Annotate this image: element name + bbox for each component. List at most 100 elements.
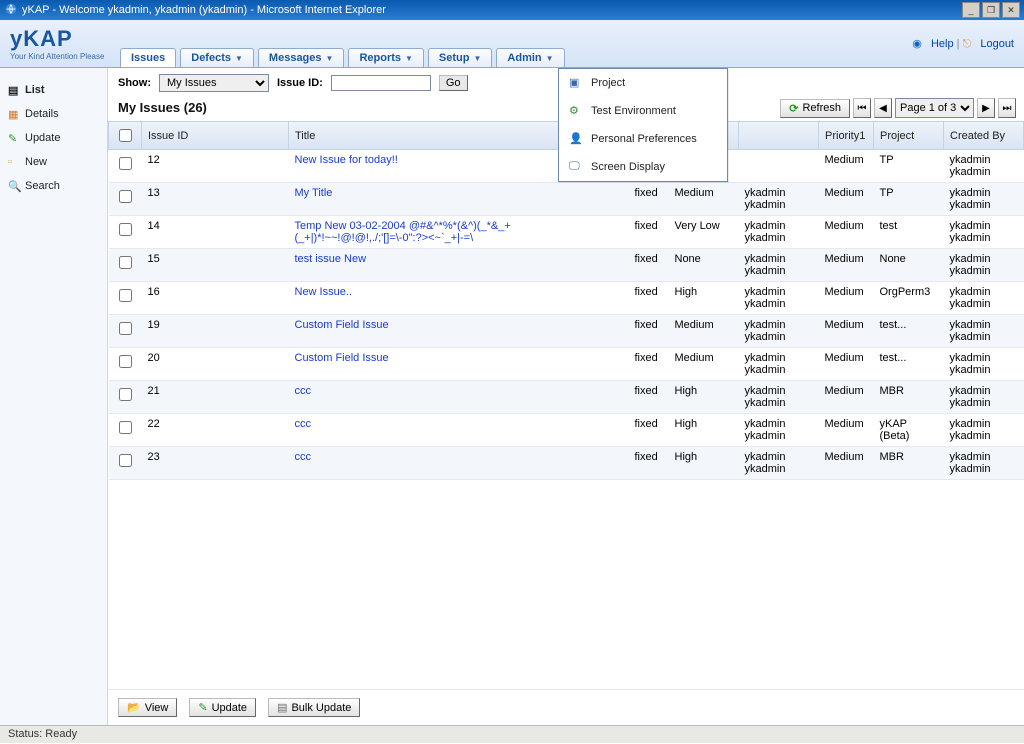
cell-issue-id: 20 [142, 348, 289, 381]
tab-reports[interactable]: Reports▼ [348, 48, 423, 67]
row-checkbox[interactable] [119, 388, 132, 401]
setup-dropdown-menu: ▣ Project ⚙ Test Environment 👤 Personal … [558, 68, 728, 182]
window-title: yKAP - Welcome ykadmin, ykadmin (ykadmin… [22, 4, 386, 16]
cell-project: yKAP (Beta) [874, 414, 944, 447]
tab-bar: Issues Defects▼ Messages▼ Reports▼ Setup… [0, 48, 1024, 67]
issue-title-link[interactable]: test issue New [295, 253, 367, 265]
cell-owner: ykadmin ykadmin [739, 381, 819, 414]
last-page-button[interactable]: ⏭ [998, 98, 1016, 118]
bulk-update-button[interactable]: ▤ Bulk Update [268, 698, 360, 717]
cell-severity: Medium [669, 183, 739, 216]
menu-item-personal-preferences[interactable]: 👤 Personal Preferences [559, 125, 727, 153]
chevron-down-icon: ▼ [326, 54, 334, 63]
menu-item-test-environment[interactable]: ⚙ Test Environment [559, 97, 727, 125]
cell-issue-id: 13 [142, 183, 289, 216]
status-bar: Status: Ready [0, 725, 1024, 743]
update-button[interactable]: ✎ Update [189, 698, 256, 717]
issue-title-link[interactable]: ccc [295, 385, 312, 397]
cell-created: ykadmin ykadmin [944, 414, 1024, 447]
chevron-down-icon: ▼ [473, 54, 481, 63]
tab-admin[interactable]: Admin▼ [496, 48, 564, 67]
sidebar-item-label: Details [25, 108, 59, 120]
cell-issue-id: 14 [142, 216, 289, 249]
close-button[interactable]: ✕ [1002, 2, 1020, 18]
issue-title-link[interactable]: Custom Field Issue [295, 352, 389, 364]
column-created-by[interactable]: Created By [944, 122, 1024, 150]
issue-title-link[interactable]: New Issue for today!! [295, 154, 398, 166]
column-owner[interactable] [739, 122, 819, 150]
column-issue-id[interactable]: Issue ID [142, 122, 289, 150]
row-checkbox[interactable] [119, 256, 132, 269]
cell-created: ykadmin ykadmin [944, 282, 1024, 315]
table-row: 23cccfixedHighykadmin ykadminMediumMBRyk… [109, 447, 1024, 480]
cell-project: MBR [874, 381, 944, 414]
cell-issue-id: 16 [142, 282, 289, 315]
sidebar-item-details[interactable]: ▦ Details [0, 102, 107, 126]
row-checkbox[interactable] [119, 355, 132, 368]
column-priority1[interactable]: Priority1 [819, 122, 874, 150]
select-all-checkbox[interactable] [119, 129, 132, 142]
cell-priority: Medium [819, 447, 874, 480]
sidebar-item-new[interactable]: ▫ New [0, 150, 107, 174]
row-checkbox[interactable] [119, 190, 132, 203]
refresh-button[interactable]: ⟳ Refresh [780, 99, 850, 118]
issue-id-input[interactable] [331, 75, 431, 91]
minimize-button[interactable]: _ [962, 2, 980, 18]
cell-owner [739, 150, 819, 183]
display-icon: 🖵 [569, 160, 583, 174]
environment-icon: ⚙ [569, 104, 583, 118]
issue-title-link[interactable]: ccc [295, 451, 312, 463]
page-select[interactable]: Page 1 of 3 [895, 98, 974, 118]
chevron-down-icon: ▼ [546, 54, 554, 63]
go-button[interactable]: Go [439, 75, 468, 91]
chevron-down-icon: ▼ [405, 54, 413, 63]
sidebar-item-list[interactable]: ▤ List [0, 78, 107, 102]
cell-project: OrgPerm3 [874, 282, 944, 315]
tab-defects[interactable]: Defects▼ [180, 48, 254, 67]
next-page-button[interactable]: ▶ [977, 98, 995, 118]
row-checkbox[interactable] [119, 421, 132, 434]
issue-title-link[interactable]: Custom Field Issue [295, 319, 389, 331]
issue-title-link[interactable]: My Title [295, 187, 333, 199]
issue-title-link[interactable]: New Issue.. [295, 286, 352, 298]
column-project[interactable]: Project [874, 122, 944, 150]
sidebar-item-update[interactable]: ✎ Update [0, 126, 107, 150]
issue-title-link[interactable]: Temp New 03-02-2004 @#&^*%*(&^)(_*&_+(_+… [295, 220, 511, 244]
row-checkbox[interactable] [119, 157, 132, 170]
cell-status: fixed [629, 216, 669, 249]
cell-issue-id: 22 [142, 414, 289, 447]
new-icon: ▫ [8, 156, 20, 168]
sidebar-item-search[interactable]: 🔍 Search [0, 174, 107, 198]
menu-item-project[interactable]: ▣ Project [559, 69, 727, 97]
table-row: 16New Issue..fixedHighykadmin ykadminMed… [109, 282, 1024, 315]
cell-owner: ykadmin ykadmin [739, 315, 819, 348]
cell-project: test... [874, 348, 944, 381]
row-checkbox[interactable] [119, 454, 132, 467]
person-icon: 👤 [569, 132, 583, 146]
view-button[interactable]: 📂 View [118, 698, 177, 717]
table-row: 15test issue NewfixedNoneykadmin ykadmin… [109, 249, 1024, 282]
cell-created: ykadmin ykadmin [944, 315, 1024, 348]
tab-issues[interactable]: Issues [120, 48, 176, 67]
first-page-button[interactable]: ⏮ [853, 98, 871, 118]
update-icon: ✎ [8, 132, 20, 144]
cell-priority: Medium [819, 216, 874, 249]
ie-icon [4, 2, 18, 19]
row-checkbox[interactable] [119, 223, 132, 236]
cell-issue-id: 19 [142, 315, 289, 348]
table-row: 22cccfixedHighykadmin ykadminMediumyKAP … [109, 414, 1024, 447]
tab-setup[interactable]: Setup▼ [428, 48, 492, 67]
maximize-button[interactable]: ❐ [982, 2, 1000, 18]
show-select[interactable]: My Issues [159, 74, 269, 92]
cell-priority: Medium [819, 150, 874, 183]
issue-title-link[interactable]: ccc [295, 418, 312, 430]
row-checkbox[interactable] [119, 322, 132, 335]
prev-page-button[interactable]: ◀ [874, 98, 892, 118]
edit-icon: ✎ [198, 701, 207, 714]
cell-created: ykadmin ykadmin [944, 381, 1024, 414]
row-checkbox[interactable] [119, 289, 132, 302]
tab-messages[interactable]: Messages▼ [258, 48, 345, 67]
cell-created: ykadmin ykadmin [944, 183, 1024, 216]
menu-item-screen-display[interactable]: 🖵 Screen Display [559, 153, 727, 181]
cell-owner: ykadmin ykadmin [739, 183, 819, 216]
